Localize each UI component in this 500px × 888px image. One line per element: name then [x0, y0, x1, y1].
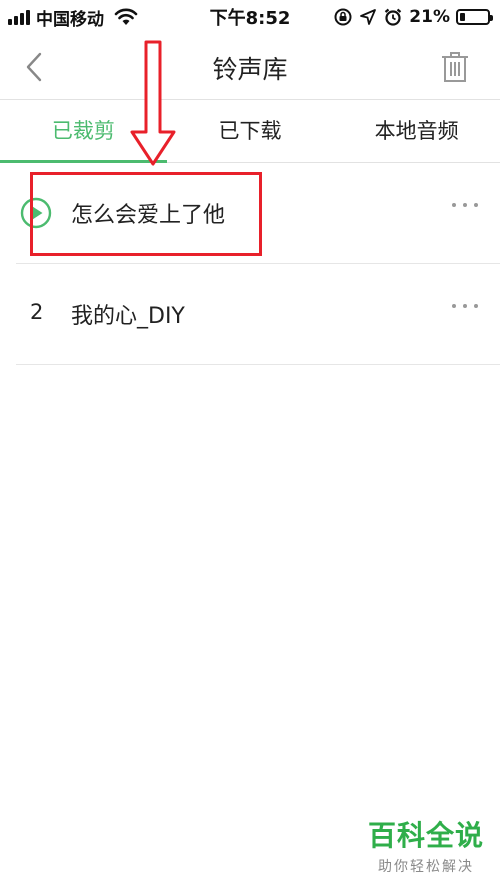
annotation-highlight-box: [30, 172, 262, 256]
delete-button[interactable]: [440, 50, 470, 84]
battery-percent: 21%: [409, 7, 450, 27]
alarm-icon: [385, 8, 402, 26]
song-row[interactable]: 2 我的心_DIY: [16, 264, 500, 365]
tab-bar: 已裁剪 已下载 本地音频: [0, 100, 500, 163]
more-options-button[interactable]: [452, 203, 478, 207]
location-icon: [360, 9, 377, 25]
watermark-logo: 百科全说 助你轻松解决: [368, 814, 484, 876]
nav-bar: 铃声库: [0, 34, 500, 100]
tab-downloaded[interactable]: 已下载: [167, 100, 334, 162]
song-index: 2: [30, 300, 44, 324]
annotation-arrow-icon: [130, 40, 176, 166]
page-title: 铃声库: [212, 55, 288, 84]
trash-icon: [442, 52, 468, 82]
status-bar: 中国移动 下午8:52 21%: [0, 0, 500, 34]
battery-icon: [456, 9, 493, 25]
status-right: 21%: [333, 5, 493, 29]
dot: [463, 203, 467, 207]
dot: [452, 203, 456, 207]
watermark-subtitle: 助你轻松解决: [377, 859, 474, 875]
dot: [463, 304, 467, 308]
dot: [474, 304, 478, 308]
song-title: 我的心_DIY: [71, 304, 185, 329]
dot: [474, 203, 478, 207]
more-options-button[interactable]: [452, 304, 478, 308]
watermark-title: 百科全说: [367, 819, 484, 852]
dot: [452, 304, 456, 308]
rotation-lock-icon: [334, 8, 352, 26]
tab-local-audio[interactable]: 本地音频: [333, 100, 500, 162]
